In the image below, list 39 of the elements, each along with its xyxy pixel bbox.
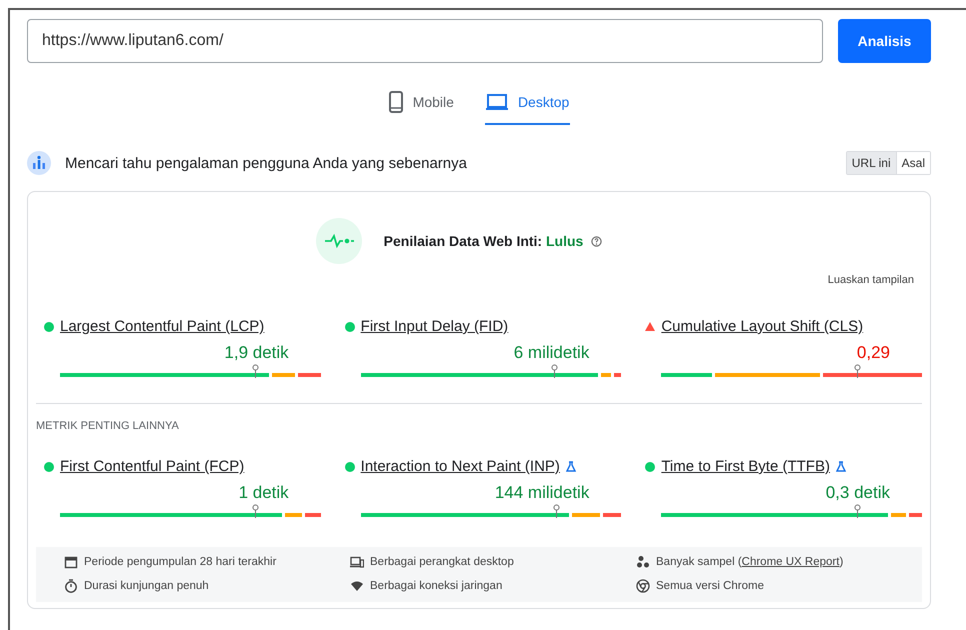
metric-link[interactable]: First Input Delay (FID) [360, 318, 508, 335]
info-text: Periode pengumpulan 28 hari terakhir [84, 556, 276, 568]
dots-icon [636, 555, 650, 569]
help-icon[interactable] [591, 236, 602, 246]
report-link[interactable]: Chrome UX Report [742, 556, 840, 568]
info-text: Banyak sampel (Chrome UX Report) [656, 556, 844, 568]
metric-value: 1 detik [238, 483, 290, 503]
metric-link[interactable]: Largest Contentful Paint (LCP) [60, 318, 264, 335]
metric-link[interactable]: Cumulative Layout Shift (CLS) [661, 318, 864, 335]
metric-value: 144 milidetik [494, 483, 590, 503]
url-field[interactable]: https://www.liputan6.com/ [27, 19, 823, 63]
assessment-text: Penilaian Data Web Inti: Lulus [384, 233, 584, 249]
calendar-icon [64, 555, 78, 569]
metric-link[interactable]: Time to First Byte (TTFB) [661, 458, 830, 475]
phone-icon [388, 91, 403, 113]
pulse-icon [316, 218, 362, 264]
metric-value: 1,9 detik [223, 343, 290, 363]
metric-value: 0,3 detik [824, 483, 891, 503]
devices-icon [350, 555, 364, 569]
chrome-icon [636, 579, 650, 593]
scope-toggle[interactable]: URL ini [846, 152, 897, 174]
wifi-icon [350, 579, 364, 593]
info-text: Berbagai koneksi jaringan [370, 580, 502, 592]
expand-link[interactable]: Luaskan tampilan [828, 274, 914, 286]
info-text: Durasi kunjungan penuh [84, 580, 209, 592]
section-title: Mencari tahu pengalaman pengguna Anda yang sebenarnya [65, 154, 468, 172]
device-tab[interactable]: Desktop [484, 91, 570, 125]
analyze-button[interactable]: Analisis [838, 19, 931, 63]
device-tab[interactable]: Mobile [388, 91, 455, 125]
metric-link[interactable]: First Contentful Paint (FCP) [60, 458, 244, 475]
info-text: Semua versi Chrome [656, 580, 764, 592]
metric-value: 0,29 [856, 343, 891, 363]
section-label: METRIK PENTING LAINNYA [36, 420, 180, 432]
users-chart-icon [27, 151, 51, 175]
laptop-icon [486, 94, 508, 110]
info-text: Berbagai perangkat desktop [370, 556, 514, 568]
metric-value: 6 milidetik [512, 343, 590, 363]
metric-link[interactable]: Interaction to Next Paint (INP) [360, 458, 560, 475]
timer-icon [64, 579, 78, 593]
